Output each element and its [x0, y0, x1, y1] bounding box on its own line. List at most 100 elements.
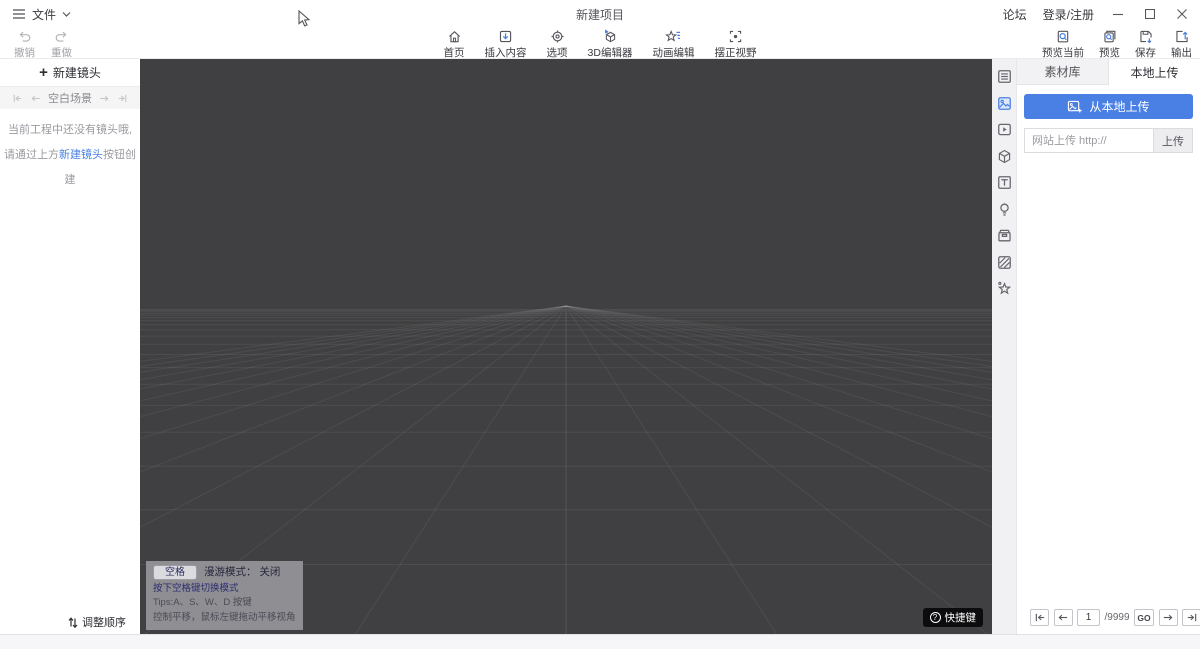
new-shot-button[interactable]: + 新建镜头 [0, 59, 140, 87]
preview-current-button[interactable]: 预览当前 [1042, 29, 1084, 60]
next-page-button[interactable] [1159, 609, 1178, 626]
image-assets-icon[interactable] [996, 95, 1013, 112]
spacebar-key-icon: 空格 [153, 565, 197, 580]
scene-name: 空白场景 [48, 90, 92, 106]
redo-icon [54, 29, 69, 44]
file-menu[interactable]: 文件 [32, 6, 56, 23]
empty-project-hint: 当前工程中还没有镜头哦, 请通过上方新建镜头按钮创建 [0, 118, 140, 193]
login-register-link[interactable]: 登录/注册 [1043, 6, 1094, 23]
prev-page-button[interactable] [1054, 609, 1073, 626]
last-scene-icon[interactable] [117, 93, 128, 104]
toolbar-item-label: 选项 [547, 45, 568, 60]
tab-material-library[interactable]: 素材库 [1017, 59, 1109, 85]
app-window: { "colors": { "accent": "#4a80e4", "canv… [0, 0, 1200, 649]
bottom-strip [0, 634, 1200, 649]
model-3d-icon[interactable] [996, 148, 1013, 165]
video-assets-icon[interactable] [996, 121, 1013, 138]
upload-local-label: 从本地上传 [1089, 98, 1149, 115]
tab-local-upload[interactable]: 本地上传 [1109, 59, 1200, 85]
go-page-button[interactable]: GO [1134, 609, 1154, 626]
redo-button[interactable]: 重做 [51, 29, 72, 60]
undo-icon [17, 29, 32, 44]
undo-label: 撤销 [14, 45, 35, 60]
page-number-input[interactable] [1077, 609, 1100, 626]
plus-icon: + [39, 66, 48, 80]
assets-panel: 素材库 本地上传 从本地上传 上传 /9999 GO [1016, 59, 1200, 634]
toolbar-item-label: 首页 [444, 45, 465, 60]
scene-navigator: 空白场景 [0, 87, 140, 109]
roam-mode-hint: 空格 漫游模式： 关闭 按下空格键切换模式 Tips:A、S、W、D 按键 控制… [146, 561, 303, 631]
empty-hint-text: 请通过上方 [4, 149, 59, 161]
first-page-button[interactable] [1030, 609, 1049, 626]
effects-star-icon[interactable] [996, 280, 1013, 297]
forum-link[interactable]: 论坛 [1003, 6, 1027, 23]
upload-image-icon [1067, 100, 1082, 114]
empty-hint-line1: 当前工程中还没有镜头哦, [0, 118, 140, 143]
toolbar-insert-content[interactable]: 插入内容 [485, 29, 527, 60]
shots-sidebar: + 新建镜头 空白场景 当前工程中还没有镜头哦, 请通过上方新建镜头按钮创建 [0, 59, 140, 634]
main-area: + 新建镜头 空白场景 当前工程中还没有镜头哦, 请通过上方新建镜头按钮创建 [0, 58, 1200, 634]
upload-local-button[interactable]: 从本地上传 [1024, 94, 1193, 119]
hint-tips-text: Tips:A、S、W、D 按键 [153, 596, 296, 611]
perspective-grid [140, 59, 992, 635]
prev-scene-icon[interactable] [30, 93, 41, 104]
help-icon: ? [930, 612, 941, 623]
save-button[interactable]: 保存 [1135, 29, 1156, 60]
toolbar-options[interactable]: 选项 [547, 29, 568, 60]
text-assets-icon[interactable] [996, 174, 1013, 191]
next-scene-icon[interactable] [99, 93, 110, 104]
export-button[interactable]: 输出 [1171, 29, 1192, 60]
light-assets-icon[interactable] [996, 201, 1013, 218]
gear-icon [549, 29, 565, 44]
new-shot-link[interactable]: 新建镜头 [59, 149, 103, 161]
toolbar-item-label: 插入内容 [485, 45, 527, 60]
template-list-icon[interactable] [996, 68, 1013, 85]
preview-button[interactable]: 预览 [1099, 29, 1120, 60]
export-icon [1174, 29, 1190, 44]
toolbar-item-label: 3D编辑器 [588, 45, 633, 60]
first-scene-icon[interactable] [12, 93, 23, 104]
shortcuts-label: 快捷键 [945, 610, 977, 625]
reorder-label: 调整顺序 [82, 614, 126, 630]
toolbar-item-label: 预览当前 [1042, 45, 1084, 60]
url-upload-row: 上传 [1024, 128, 1193, 153]
page-total: /9999 [1105, 612, 1130, 623]
empty-hint-line2: 请通过上方新建镜头按钮创建 [0, 143, 140, 193]
minimize-button[interactable] [1110, 6, 1126, 22]
assets-tabs: 素材库 本地上传 [1017, 59, 1200, 85]
toolbar-item-label: 输出 [1171, 45, 1192, 60]
redo-label: 重做 [51, 45, 72, 60]
chevron-down-icon [62, 12, 71, 17]
hamburger-menu-icon[interactable] [12, 8, 26, 20]
viewport-3d[interactable]: 空格 漫游模式： 关闭 按下空格键切换模式 Tips:A、S、W、D 按键 控制… [140, 59, 992, 635]
toolbar-item-label: 动画编辑 [652, 45, 694, 60]
home-icon [446, 29, 462, 44]
save-icon [1138, 29, 1154, 44]
close-button[interactable] [1174, 6, 1190, 22]
last-page-button[interactable] [1182, 609, 1200, 626]
toolbar-home[interactable]: 首页 [444, 29, 465, 60]
undo-button[interactable]: 撤销 [14, 29, 35, 60]
insert-icon [498, 29, 514, 44]
material-hatch-icon[interactable] [996, 254, 1013, 271]
url-input[interactable] [1024, 128, 1153, 153]
roam-mode-status: 漫游模式： 关闭 [204, 565, 280, 580]
hint-toggle-text: 按下空格键切换模式 [153, 582, 296, 597]
asset-category-strip [992, 59, 1016, 634]
sort-arrows-icon [68, 617, 78, 628]
maximize-button[interactable] [1142, 6, 1158, 22]
hint-pan-text: 控制平移，鼠标左键拖动平移视角 [153, 611, 296, 626]
preview-icon [1102, 29, 1118, 44]
shortcuts-button[interactable]: ? 快捷键 [923, 608, 984, 627]
url-upload-button[interactable]: 上传 [1153, 128, 1193, 153]
reorder-button[interactable]: 调整顺序 [68, 614, 126, 630]
preview-current-icon [1055, 29, 1071, 44]
star-lines-icon [665, 29, 682, 44]
toolbar-animation-edit[interactable]: 动画编辑 [652, 29, 694, 60]
scene-box-icon[interactable] [996, 227, 1013, 244]
cube-3d-icon [602, 29, 619, 44]
toolbar-reset-view[interactable]: 摆正视野 [714, 29, 756, 60]
toolbar-3d-editor[interactable]: 3D编辑器 [588, 29, 633, 60]
toolbar-item-label: 保存 [1135, 45, 1156, 60]
new-shot-label: 新建镜头 [53, 64, 101, 81]
